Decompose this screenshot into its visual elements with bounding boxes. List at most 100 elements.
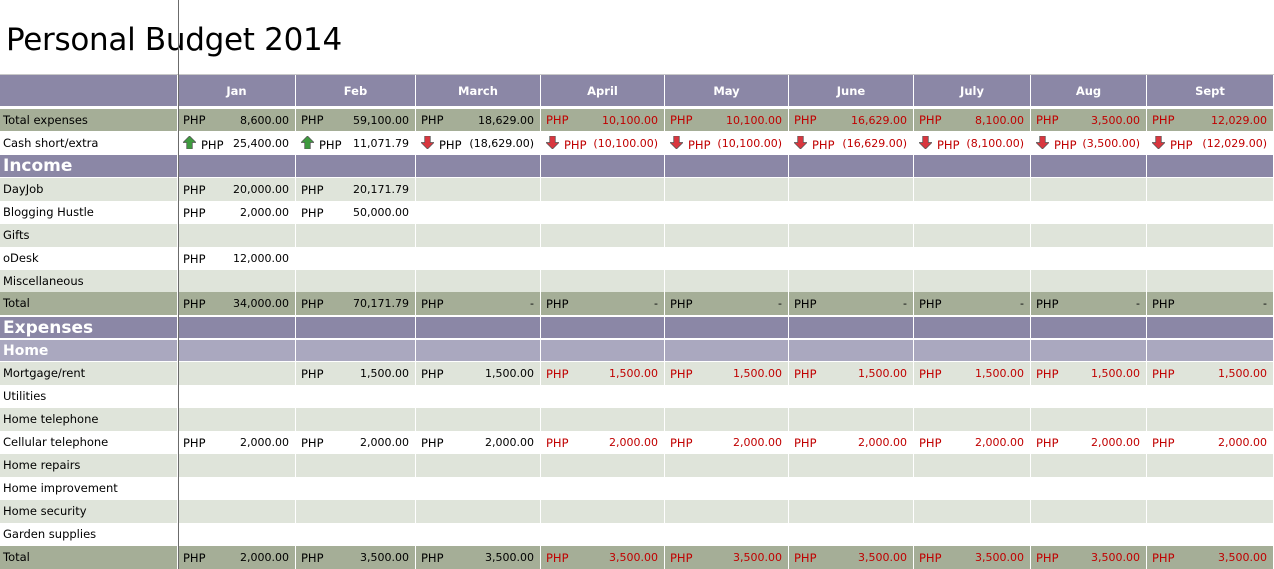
cell-feb[interactable] bbox=[296, 270, 416, 293]
cell-july[interactable]: PHP 3,500.00 bbox=[914, 546, 1031, 569]
cell-june[interactable] bbox=[789, 500, 914, 523]
cell-june[interactable] bbox=[789, 454, 914, 477]
cell-june[interactable] bbox=[789, 247, 914, 270]
cell-aug[interactable] bbox=[1031, 500, 1147, 523]
row-label[interactable]: Home security bbox=[0, 500, 178, 523]
row-label[interactable]: Utilities bbox=[0, 385, 178, 408]
cell-june[interactable] bbox=[789, 523, 914, 546]
cell-may[interactable] bbox=[665, 155, 789, 177]
cell-april[interactable] bbox=[541, 178, 665, 201]
cell-june[interactable]: PHP 16,629.00 bbox=[789, 109, 914, 131]
row-label[interactable]: Cash short/extra bbox=[0, 132, 178, 155]
cell-feb[interactable] bbox=[296, 385, 416, 408]
cell-aug[interactable] bbox=[1031, 155, 1147, 177]
cell-aug[interactable] bbox=[1031, 224, 1147, 247]
cell-june[interactable] bbox=[789, 317, 914, 338]
cell-aug[interactable] bbox=[1031, 270, 1147, 293]
row-label[interactable]: Garden supplies bbox=[0, 523, 178, 546]
cell-sept[interactable] bbox=[1147, 201, 1274, 224]
cell-april[interactable] bbox=[541, 340, 665, 361]
cell-sept[interactable] bbox=[1147, 408, 1274, 431]
cell-jan[interactable]: PHP 20,000.00 bbox=[178, 178, 296, 201]
cell-may[interactable] bbox=[665, 340, 789, 361]
cell-feb[interactable]: PHP 59,100.00 bbox=[296, 109, 416, 131]
cell-may[interactable]: PHP 2,000.00 bbox=[665, 431, 789, 454]
cell-march[interactable] bbox=[416, 385, 541, 408]
cell-sept[interactable]: PHP 1,500.00 bbox=[1147, 362, 1274, 385]
cell-jan[interactable] bbox=[178, 408, 296, 431]
cell-march[interactable] bbox=[416, 523, 541, 546]
month-header-march[interactable]: March bbox=[416, 75, 541, 106]
cell-aug[interactable]: PHP 1,500.00 bbox=[1031, 362, 1147, 385]
cell-april[interactable] bbox=[541, 454, 665, 477]
cell-sept[interactable] bbox=[1147, 155, 1274, 177]
cell-june[interactable] bbox=[789, 155, 914, 177]
cell-jan[interactable] bbox=[178, 362, 296, 385]
cell-aug[interactable] bbox=[1031, 454, 1147, 477]
cell-june[interactable] bbox=[789, 340, 914, 361]
cell-feb[interactable] bbox=[296, 340, 416, 361]
row-label[interactable]: Home improvement bbox=[0, 477, 178, 500]
cell-sept[interactable] bbox=[1147, 224, 1274, 247]
cell-feb[interactable] bbox=[296, 155, 416, 177]
cell-july[interactable] bbox=[914, 477, 1031, 500]
cell-july[interactable]: PHP (8,100.00) bbox=[914, 132, 1031, 155]
cell-feb[interactable] bbox=[296, 523, 416, 546]
cell-may[interactable]: PHP 10,100.00 bbox=[665, 109, 789, 131]
cell-march[interactable] bbox=[416, 224, 541, 247]
cell-july[interactable]: PHP 8,100.00 bbox=[914, 109, 1031, 131]
cell-feb[interactable]: PHP 50,000.00 bbox=[296, 201, 416, 224]
month-header-may[interactable]: May bbox=[665, 75, 789, 106]
cell-jan[interactable] bbox=[178, 340, 296, 361]
cell-march[interactable]: PHP 18,629.00 bbox=[416, 109, 541, 131]
cell-march[interactable] bbox=[416, 454, 541, 477]
cell-jan[interactable] bbox=[178, 477, 296, 500]
cell-june[interactable]: PHP 1,500.00 bbox=[789, 362, 914, 385]
cell-sept[interactable] bbox=[1147, 247, 1274, 270]
row-label[interactable]: Total expenses bbox=[0, 109, 178, 131]
cell-april[interactable]: PHP 3,500.00 bbox=[541, 546, 665, 569]
row-label[interactable]: Gifts bbox=[0, 224, 178, 247]
cell-feb[interactable]: PHP 2,000.00 bbox=[296, 431, 416, 454]
cell-aug[interactable]: PHP - bbox=[1031, 292, 1147, 315]
cell-sept[interactable]: PHP - bbox=[1147, 292, 1274, 315]
cell-may[interactable] bbox=[665, 385, 789, 408]
cell-march[interactable] bbox=[416, 178, 541, 201]
frozen-pane-divider[interactable] bbox=[178, 0, 179, 569]
cell-june[interactable] bbox=[789, 477, 914, 500]
cell-feb[interactable]: PHP 20,171.79 bbox=[296, 178, 416, 201]
cell-jan[interactable]: PHP 12,000.00 bbox=[178, 247, 296, 270]
cell-july[interactable] bbox=[914, 454, 1031, 477]
cell-july[interactable]: PHP 1,500.00 bbox=[914, 362, 1031, 385]
cell-march[interactable] bbox=[416, 408, 541, 431]
cell-july[interactable]: PHP - bbox=[914, 292, 1031, 315]
cell-sept[interactable] bbox=[1147, 477, 1274, 500]
row-label[interactable]: Home bbox=[0, 340, 178, 361]
cell-june[interactable]: PHP 2,000.00 bbox=[789, 431, 914, 454]
row-label[interactable]: Home telephone bbox=[0, 408, 178, 431]
cell-feb[interactable]: PHP 3,500.00 bbox=[296, 546, 416, 569]
cell-aug[interactable] bbox=[1031, 477, 1147, 500]
cell-jan[interactable] bbox=[178, 317, 296, 338]
cell-aug[interactable] bbox=[1031, 317, 1147, 338]
cell-june[interactable]: PHP (16,629.00) bbox=[789, 132, 914, 155]
cell-april[interactable] bbox=[541, 500, 665, 523]
cell-jan[interactable]: PHP 34,000.00 bbox=[178, 292, 296, 315]
cell-jan[interactable]: PHP 25,400.00 bbox=[178, 132, 296, 155]
cell-sept[interactable]: PHP 2,000.00 bbox=[1147, 431, 1274, 454]
cell-april[interactable] bbox=[541, 155, 665, 177]
month-header-april[interactable]: April bbox=[541, 75, 665, 106]
cell-may[interactable] bbox=[665, 454, 789, 477]
month-header-jan[interactable]: Jan bbox=[178, 75, 296, 106]
cell-aug[interactable] bbox=[1031, 178, 1147, 201]
sheet-title[interactable]: Personal Budget 2014 bbox=[6, 22, 342, 58]
cell-april[interactable] bbox=[541, 385, 665, 408]
cell-may[interactable]: PHP 3,500.00 bbox=[665, 546, 789, 569]
cell-aug[interactable] bbox=[1031, 201, 1147, 224]
cell-jan[interactable] bbox=[178, 224, 296, 247]
cell-aug[interactable] bbox=[1031, 385, 1147, 408]
row-label[interactable]: Cellular telephone bbox=[0, 431, 178, 454]
cell-aug[interactable] bbox=[1031, 340, 1147, 361]
cell-may[interactable] bbox=[665, 247, 789, 270]
cell-sept[interactable]: PHP (12,029.00) bbox=[1147, 132, 1274, 155]
